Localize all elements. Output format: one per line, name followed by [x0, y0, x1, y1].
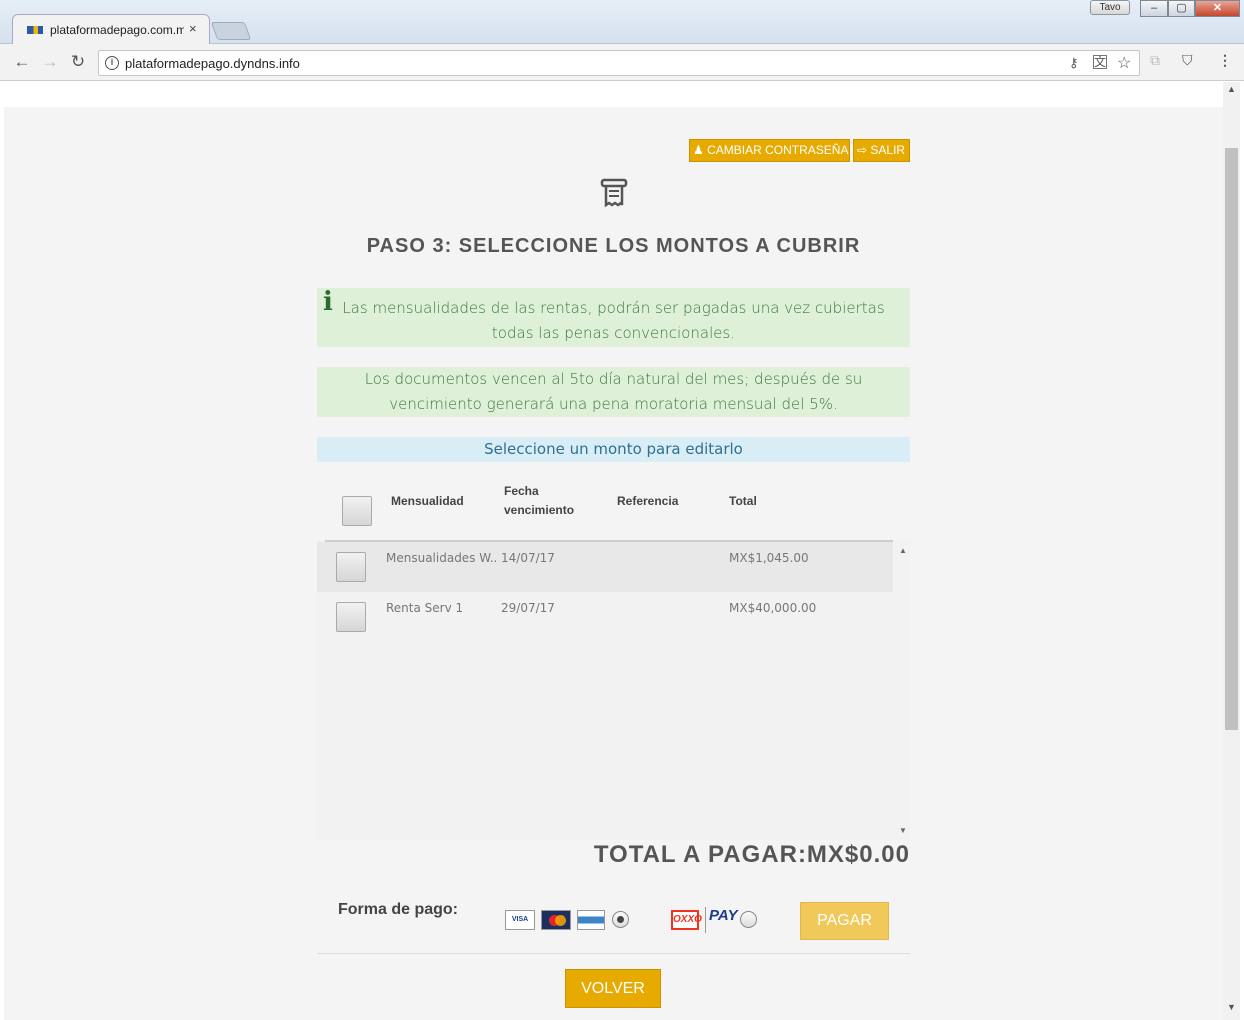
pdf-extension-icon[interactable]: ⧉	[1150, 52, 1160, 69]
site-info-icon[interactable]: i	[105, 56, 119, 70]
maximize-button[interactable]: ▢	[1168, 0, 1195, 17]
address-bar[interactable]: i plataformadepago.dyndns.info ⚷ 文 ☆	[98, 50, 1140, 76]
table-scroll-down-icon[interactable]: ▼	[899, 826, 907, 835]
tab-title: plataformadepago.com.m	[50, 23, 184, 37]
row-checkbox[interactable]	[336, 552, 366, 582]
oxxo-payment-radio[interactable]	[740, 911, 757, 928]
alert-rentas-text: Las mensualidades de las rentas, podrán …	[342, 299, 885, 342]
scroll-up-icon[interactable]: ▲	[1227, 84, 1236, 94]
header-fecha: Fecha vencimiento	[504, 484, 575, 517]
browser-tab[interactable]: plataformadepago.com.m ×	[12, 14, 210, 45]
browser-toolbar: ← → ↻ i plataformadepago.dyndns.info ⚷ 文…	[0, 44, 1244, 81]
mastercard-icon	[541, 910, 571, 930]
translate-icon[interactable]: 文	[1093, 55, 1107, 69]
payment-label: Forma de pago:	[338, 901, 459, 918]
row-mensualidad: Mensualidades W...	[386, 551, 496, 565]
header-total: Total	[729, 494, 757, 508]
row-fecha: 14/07/17	[501, 551, 555, 565]
user-profile-button[interactable]: Tavo	[1090, 0, 1130, 15]
logout-label: SALIR	[870, 143, 906, 157]
back-icon[interactable]: ←	[12, 52, 32, 72]
header-mensualidad: Mensualidad	[391, 494, 464, 508]
shield-extension-icon[interactable]: ⛉	[1182, 52, 1193, 69]
row-total: MX$1,045.00	[729, 551, 809, 565]
select-all-checkbox[interactable]	[342, 496, 372, 526]
total-a-pagar: TOTAL A PAGAR:MX$0.00	[593, 841, 910, 868]
row-checkbox[interactable]	[336, 602, 366, 632]
key-icon[interactable]: ⚷	[1069, 55, 1079, 71]
oxxo-icon: OXXO	[671, 910, 702, 930]
info-select-monto: Seleccione un monto para editarlo	[317, 437, 910, 462]
page-title: PASO 3: SELECCIONE LOS MONTOS A CUBRIR	[366, 235, 861, 257]
menu-icon[interactable]: ⋮	[1218, 52, 1232, 69]
logout-button[interactable]: ⇨ SALIR	[853, 139, 910, 162]
alert-rentas: i Las mensualidades de las rentas, podrá…	[317, 288, 910, 347]
back-button[interactable]: VOLVER	[565, 969, 661, 1008]
table-scroll-up-icon[interactable]: ▲	[899, 546, 907, 555]
table-row[interactable]	[317, 542, 893, 592]
scroll-down-icon[interactable]: ▼	[1227, 1002, 1236, 1012]
scrollbar-thumb[interactable]	[1225, 148, 1238, 730]
favicon-icon	[27, 26, 43, 34]
alert-vencimiento-text: Los documentos vencen al 5to día natural…	[364, 370, 863, 413]
bookmark-star-icon[interactable]: ☆	[1117, 53, 1131, 73]
oxxo-pay-icon: PAY	[705, 907, 738, 933]
row-mensualidad: Renta Serv 1	[386, 601, 464, 615]
row-total: MX$40,000.00	[729, 601, 817, 615]
new-tab-button[interactable]	[210, 22, 252, 40]
logout-icon: ⇨	[857, 143, 868, 157]
user-icon: ♟	[693, 143, 704, 157]
forward-icon[interactable]: →	[40, 52, 60, 72]
url-text: plataformadepago.dyndns.info	[125, 56, 300, 71]
change-password-button[interactable]: ♟ CAMBIAR CONTRASEÑA	[689, 139, 850, 162]
close-tab-icon[interactable]: ×	[189, 21, 197, 36]
page-header-strip	[4, 82, 1223, 107]
info-icon: i	[323, 287, 333, 317]
header-referencia: Referencia	[617, 494, 679, 508]
amex-icon	[577, 910, 605, 930]
change-password-label: CAMBIAR CONTRASEÑA	[707, 143, 849, 157]
visa-icon: VISA	[505, 910, 535, 930]
table-row[interactable]	[317, 592, 893, 642]
pay-button[interactable]: PAGAR	[800, 902, 889, 940]
reload-icon[interactable]: ↻	[68, 52, 88, 72]
receipt-icon	[600, 178, 628, 208]
divider	[317, 953, 910, 954]
close-window-button[interactable]: ✕	[1195, 0, 1240, 17]
table-scrollbar[interactable]: ▲ ▼	[896, 542, 910, 838]
row-fecha: 29/07/17	[501, 601, 555, 615]
alert-vencimiento: Los documentos vencen al 5to día natural…	[317, 367, 910, 417]
card-payment-radio[interactable]	[612, 911, 629, 928]
minimize-button[interactable]: –	[1140, 0, 1168, 17]
